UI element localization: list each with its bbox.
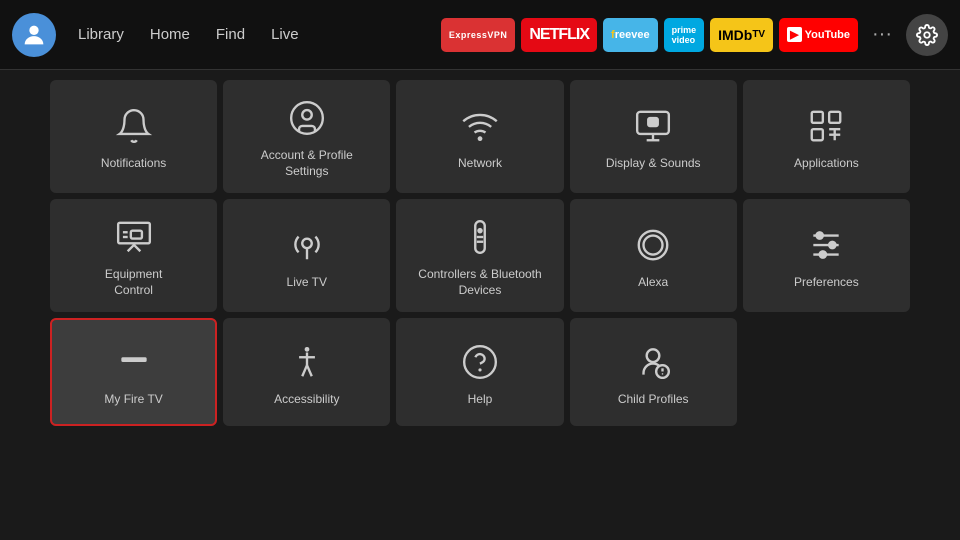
grid-label-account-profile: Account & ProfileSettings: [261, 148, 353, 179]
grid-item-accessibility[interactable]: Accessibility: [223, 318, 390, 426]
app-youtube[interactable]: ▶YouTube: [779, 18, 858, 52]
grid-item-equipment-control[interactable]: EquipmentControl: [50, 199, 217, 312]
grid-item-account-profile[interactable]: Account & ProfileSettings: [223, 80, 390, 193]
user-avatar[interactable]: [12, 13, 56, 57]
grid-label-preferences: Preferences: [794, 275, 859, 291]
grid-item-controllers-bluetooth[interactable]: Controllers & BluetoothDevices: [396, 199, 563, 312]
child-profiles-icon: [631, 340, 675, 384]
settings-grid: Notifications Account & ProfileSettings …: [50, 80, 910, 426]
antenna-icon: [285, 223, 329, 267]
remote-icon: [458, 215, 502, 259]
monitor-icon: [112, 215, 156, 259]
grid-item-my-fire-tv[interactable]: My Fire TV: [50, 318, 217, 426]
grid-label-child-profiles: Child Profiles: [618, 392, 689, 408]
app-imdb[interactable]: IMDb TV: [710, 18, 773, 52]
display-icon: [631, 104, 675, 148]
grid-label-my-fire-tv: My Fire TV: [104, 392, 162, 408]
accessibility-icon: [285, 340, 329, 384]
user-circle-icon: [285, 96, 329, 140]
bell-icon: [112, 104, 156, 148]
grid-label-help: Help: [468, 392, 493, 408]
grid-label-controllers-bluetooth: Controllers & BluetoothDevices: [418, 267, 541, 298]
grid-label-display-sounds: Display & Sounds: [606, 156, 701, 172]
nav-library[interactable]: Library: [68, 20, 134, 49]
grid-item-alexa[interactable]: Alexa: [570, 199, 737, 312]
grid-item-help[interactable]: Help: [396, 318, 563, 426]
grid-label-equipment-control: EquipmentControl: [105, 267, 162, 298]
grid-item-child-profiles[interactable]: Child Profiles: [570, 318, 737, 426]
more-apps-button[interactable]: ···: [864, 17, 900, 53]
grid-label-applications: Applications: [794, 156, 859, 172]
settings-button[interactable]: [906, 14, 948, 56]
nav-links: Library Home Find Live: [68, 20, 309, 49]
app-prime[interactable]: primevideo: [664, 18, 705, 52]
app-freevee[interactable]: freevee: [603, 18, 658, 52]
top-navigation: Library Home Find Live ExpressVPN NETFLI…: [0, 0, 960, 70]
app-container: Library Home Find Live ExpressVPN NETFLI…: [0, 0, 960, 436]
grid-item-display-sounds[interactable]: Display & Sounds: [570, 80, 737, 193]
grid-item-notifications[interactable]: Notifications: [50, 80, 217, 193]
grid-item-network[interactable]: Network: [396, 80, 563, 193]
grid-item-preferences[interactable]: Preferences: [743, 199, 910, 312]
grid-label-accessibility: Accessibility: [274, 392, 339, 408]
help-icon: [458, 340, 502, 384]
sliders-icon: [804, 223, 848, 267]
grid-label-network: Network: [458, 156, 502, 172]
app-shortcuts: ExpressVPN NETFLIX freevee primevideo IM…: [441, 14, 948, 56]
wifi-icon: [458, 104, 502, 148]
alexa-icon: [631, 223, 675, 267]
grid-label-notifications: Notifications: [101, 156, 166, 172]
settings-grid-container: Notifications Account & ProfileSettings …: [0, 70, 960, 436]
grid-item-applications[interactable]: Applications: [743, 80, 910, 193]
grid-label-live-tv: Live TV: [287, 275, 327, 291]
grid-item-live-tv[interactable]: Live TV: [223, 199, 390, 312]
app-expressvpn[interactable]: ExpressVPN: [441, 18, 516, 52]
nav-find[interactable]: Find: [206, 20, 255, 49]
grid-label-alexa: Alexa: [638, 275, 668, 291]
firetv-icon: [112, 340, 156, 384]
nav-home[interactable]: Home: [140, 20, 200, 49]
nav-live[interactable]: Live: [261, 20, 309, 49]
apps-icon: [804, 104, 848, 148]
app-netflix[interactable]: NETFLIX: [521, 18, 597, 52]
